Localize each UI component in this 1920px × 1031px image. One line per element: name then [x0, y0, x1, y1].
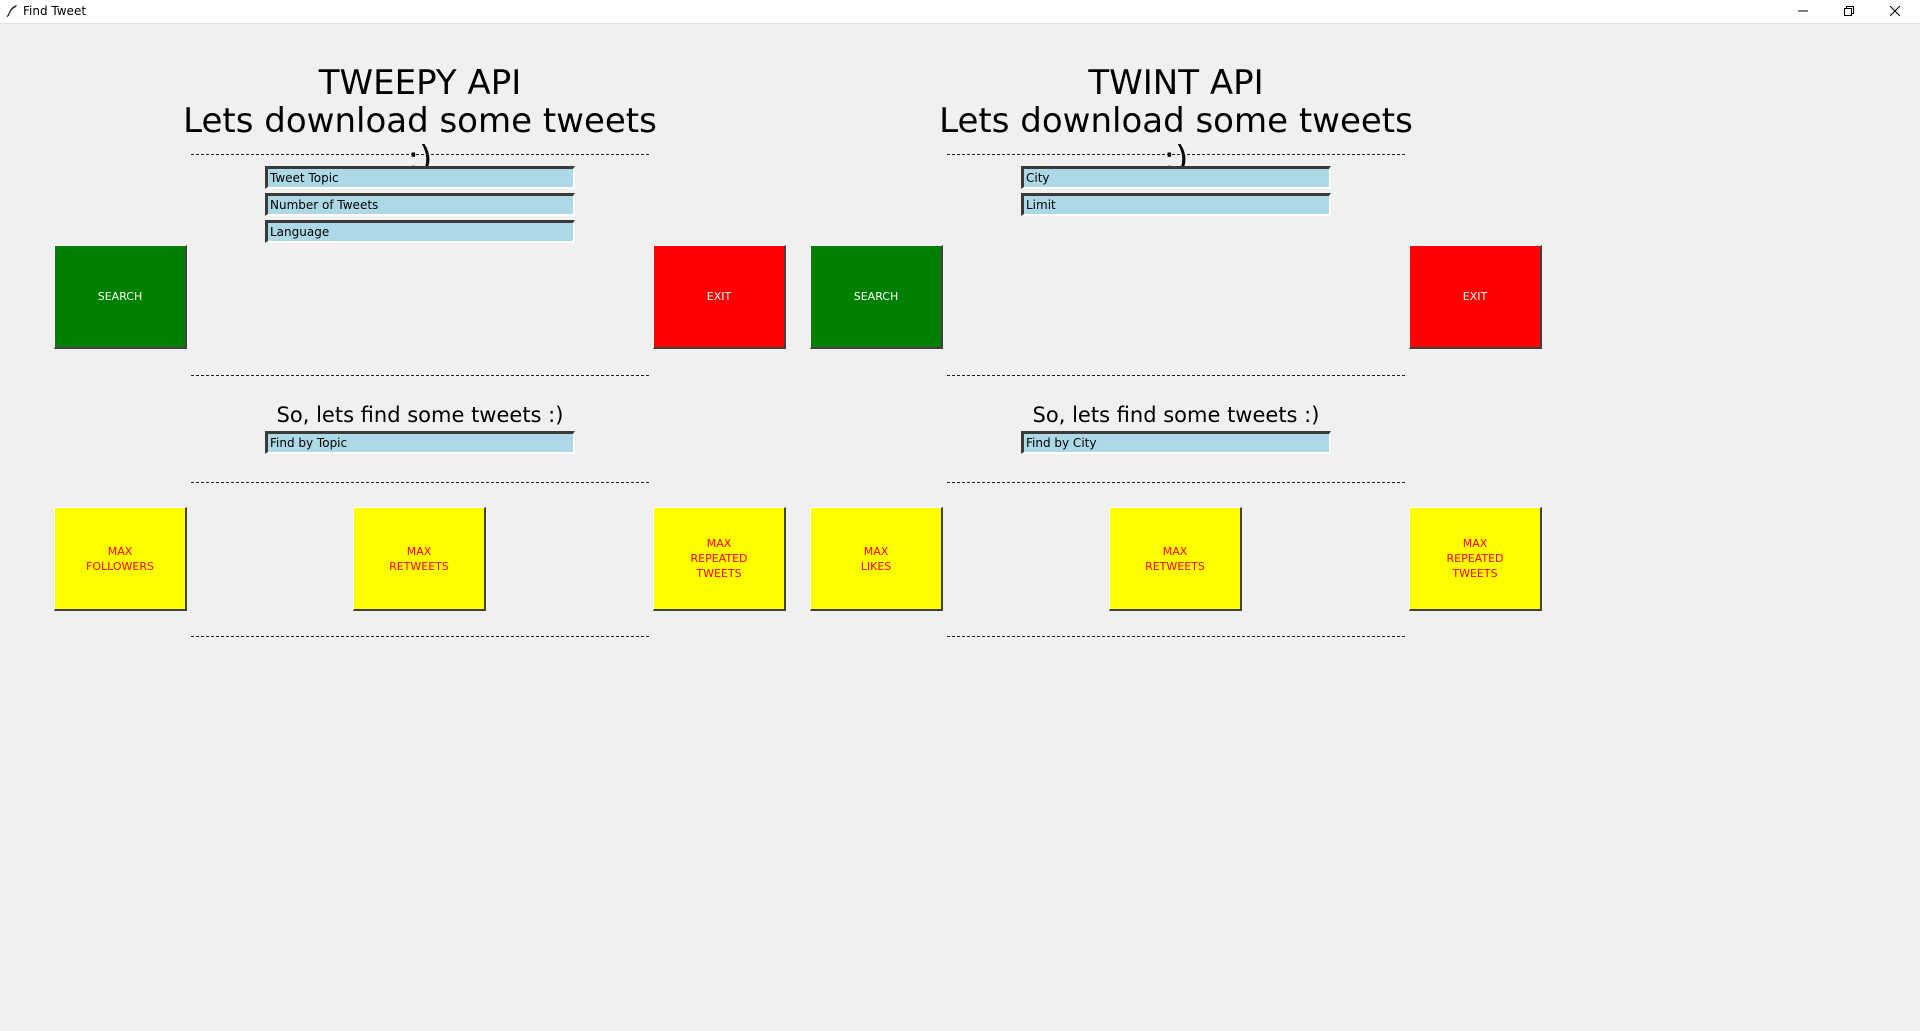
tweet-topic-field[interactable] — [265, 166, 575, 189]
twint-max-repeated-tweets-button[interactable]: MAX REPEATED TWEETS — [1409, 507, 1542, 611]
twint-find-heading: So, lets find some tweets :) — [1032, 403, 1320, 427]
minimize-button[interactable] — [1780, 0, 1826, 22]
number-of-tweets-field[interactable] — [265, 193, 575, 216]
close-icon — [1890, 6, 1900, 16]
restore-button[interactable] — [1826, 0, 1872, 22]
window-title: Find Tweet — [23, 4, 87, 18]
find-by-topic-field[interactable] — [265, 431, 575, 454]
tweepy-divider-bottom — [191, 636, 649, 637]
tweepy-find-heading: So, lets find some tweets :) — [276, 403, 564, 427]
twint-max-retweets-button[interactable]: MAX RETWEETS — [1109, 507, 1242, 611]
twint-divider-middle — [947, 375, 1405, 376]
close-button[interactable] — [1872, 0, 1918, 22]
twint-title: TWINT API — [1088, 63, 1264, 103]
tweepy-divider-top — [191, 154, 649, 155]
restore-icon — [1844, 6, 1854, 16]
tweepy-divider-lower — [191, 482, 649, 483]
city-field[interactable] — [1021, 166, 1331, 189]
twint-divider-bottom — [947, 636, 1405, 637]
max-followers-button[interactable]: MAX FOLLOWERS — [54, 507, 187, 611]
tweepy-divider-middle — [191, 375, 649, 376]
language-field[interactable] — [265, 220, 575, 243]
tweepy-max-repeated-tweets-button[interactable]: MAX REPEATED TWEETS — [653, 507, 786, 611]
window-titlebar: Find Tweet — [0, 0, 1920, 24]
twint-exit-button[interactable]: EXIT — [1409, 245, 1542, 349]
twint-search-button[interactable]: SEARCH — [810, 245, 943, 349]
tweepy-title: TWEEPY API — [318, 63, 522, 103]
twint-divider-lower — [947, 482, 1405, 483]
twint-divider-top — [947, 154, 1405, 155]
find-by-city-field[interactable] — [1021, 431, 1331, 454]
tweepy-exit-button[interactable]: EXIT — [653, 245, 786, 349]
tweepy-search-button[interactable]: SEARCH — [54, 245, 187, 349]
limit-field[interactable] — [1021, 193, 1331, 216]
max-likes-button[interactable]: MAX LIKES — [810, 507, 943, 611]
feather-icon — [6, 5, 17, 18]
tweepy-max-retweets-button[interactable]: MAX RETWEETS — [353, 507, 486, 611]
minimize-icon — [1798, 10, 1808, 12]
